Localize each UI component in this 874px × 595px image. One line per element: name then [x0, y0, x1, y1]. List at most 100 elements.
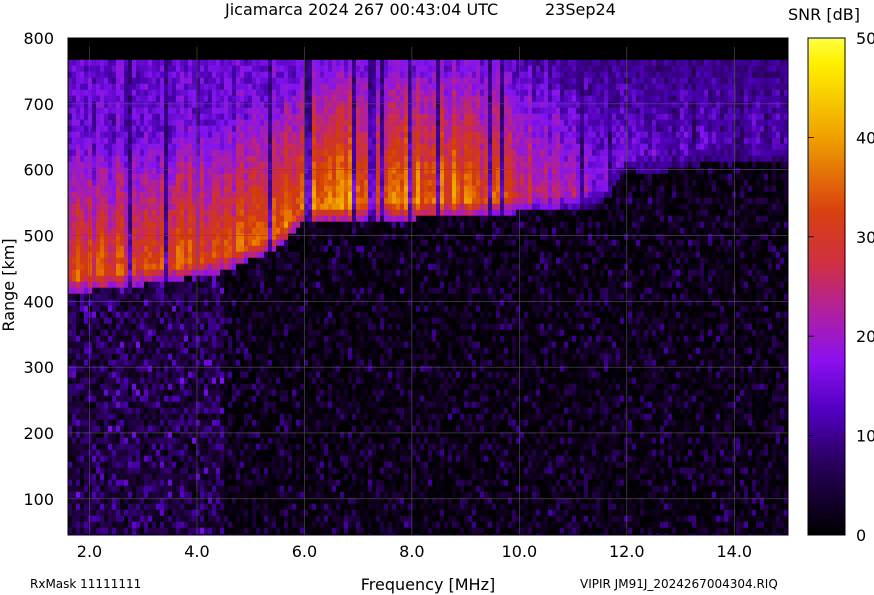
heatmap-column — [636, 59, 641, 535]
heatmap-column — [472, 59, 477, 535]
heatmap-column — [424, 59, 429, 535]
colorbar-title: SNR [dB] — [788, 5, 860, 24]
heatmap-column — [652, 59, 657, 535]
heatmap-column — [256, 59, 261, 535]
heatmap-column — [748, 59, 753, 535]
heatmap-column — [456, 59, 461, 535]
heatmap-column — [632, 59, 637, 535]
heatmap-column — [228, 59, 233, 535]
heatmap-column — [152, 59, 157, 535]
heatmap-column — [328, 59, 333, 535]
heatmap-column — [260, 59, 265, 535]
heatmap-column — [284, 59, 289, 535]
heatmap-column — [680, 59, 685, 535]
heatmap-column — [580, 59, 585, 535]
rxmask-label: RxMask 11111111 — [30, 577, 141, 591]
y-tick-label: 200 — [23, 424, 54, 443]
heatmap-column — [644, 59, 649, 535]
heatmap-column — [500, 59, 505, 535]
heatmap-column — [736, 59, 741, 535]
heatmap-column — [524, 59, 529, 535]
heatmap-column — [776, 59, 781, 535]
heatmap-column — [188, 59, 193, 535]
heatmap-column — [536, 59, 541, 535]
heatmap-column — [528, 59, 533, 535]
heatmap-column — [276, 59, 281, 535]
heatmap-column — [760, 59, 765, 535]
heatmap-column — [584, 59, 589, 535]
heatmap-column — [604, 59, 609, 535]
heatmap-column — [512, 59, 517, 535]
heatmap-column — [364, 59, 369, 535]
x-tick-label: 2.0 — [77, 542, 102, 561]
heatmap-column — [416, 59, 421, 535]
heatmap-column — [280, 59, 285, 535]
colorbar-tick-label: 40 — [856, 128, 874, 147]
heatmap-column — [272, 59, 277, 535]
heatmap-column — [216, 59, 221, 535]
heatmap-column — [752, 59, 757, 535]
heatmap-column — [640, 59, 645, 535]
heatmap-column — [700, 59, 705, 535]
heatmap-column — [708, 59, 713, 535]
y-tick-label: 800 — [23, 29, 54, 48]
heatmap-column — [264, 59, 269, 535]
x-tick-label: 8.0 — [399, 542, 424, 561]
heatmap-column — [448, 59, 453, 535]
heatmap-column — [164, 59, 169, 535]
heatmap-column — [288, 59, 293, 535]
heatmap-column — [332, 59, 337, 535]
heatmap-column — [564, 59, 569, 535]
heatmap-column — [432, 59, 437, 535]
heatmap-column — [568, 59, 573, 535]
heatmap-column — [520, 59, 525, 535]
heatmap-column — [124, 59, 129, 535]
heatmap-column — [344, 59, 349, 535]
heatmap-column — [592, 59, 597, 535]
ionogram-figure: Jicamarca 2024 267 00:43:04 UTC 23Sep24 … — [0, 0, 874, 594]
heatmap-column — [400, 59, 405, 535]
heatmap-column — [372, 59, 377, 535]
heatmap-column — [476, 59, 481, 535]
heatmap-column — [452, 59, 457, 535]
heatmap-column — [532, 59, 537, 535]
heatmap-column — [220, 59, 225, 535]
heatmap-column — [224, 59, 229, 535]
heatmap-column — [560, 59, 565, 535]
heatmap-column — [392, 59, 397, 535]
heatmap-column — [268, 59, 273, 535]
heatmap-column — [320, 59, 325, 535]
heatmap-column — [612, 59, 617, 535]
heatmap-column — [348, 59, 353, 535]
heatmap-column — [160, 59, 165, 535]
heatmap-column — [200, 59, 205, 535]
x-axis-label: Frequency [MHz] — [361, 575, 495, 594]
heatmap-column — [352, 59, 357, 535]
heatmap-column — [88, 59, 93, 535]
heatmap-column — [340, 59, 345, 535]
heatmap-column — [108, 59, 113, 535]
heatmap-column — [208, 59, 213, 535]
colorbar-tick-label: 10 — [856, 427, 874, 446]
heatmap-column — [136, 59, 141, 535]
heatmap-column — [492, 59, 497, 535]
heatmap-column — [100, 59, 105, 535]
heatmap-column — [104, 59, 109, 535]
heatmap-column — [600, 59, 605, 535]
heatmap-column — [312, 59, 317, 535]
heatmap-column — [692, 59, 697, 535]
heatmap — [68, 59, 788, 535]
heatmap-column — [664, 59, 669, 535]
y-axis-label: Range [km] — [0, 238, 18, 331]
heatmap-column — [316, 59, 321, 535]
heatmap-column — [156, 59, 161, 535]
y-tick-label: 300 — [23, 358, 54, 377]
heatmap-column — [68, 59, 73, 535]
heatmap-column — [740, 59, 745, 535]
heatmap-column — [552, 59, 557, 535]
heatmap-column — [716, 59, 721, 535]
heatmap-column — [780, 59, 785, 535]
heatmap-column — [180, 59, 185, 535]
heatmap-column — [484, 59, 489, 535]
heatmap-column — [296, 59, 301, 535]
